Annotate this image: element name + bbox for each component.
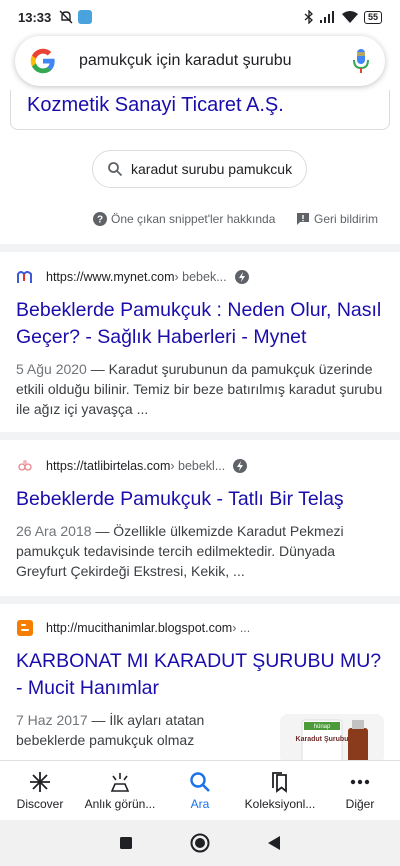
mute-icon: [59, 10, 73, 24]
recents-icon[interactable]: [119, 836, 133, 850]
thumbnail-product: Karadut Şurubu: [296, 736, 349, 743]
signal-icon: [319, 11, 334, 23]
result-breadcrumb: › bebek...: [174, 270, 227, 284]
search-input[interactable]: pamukçuk için karadut şurubu: [79, 52, 351, 70]
search-result: https://tatlibirtelas.com › bebekl... Be…: [0, 456, 400, 581]
svg-text:?: ?: [97, 215, 103, 226]
top-card-title[interactable]: Kozmetik Sanayi Ticaret A.Ş.: [27, 94, 284, 117]
back-icon[interactable]: [267, 835, 281, 851]
app-badge-icon: [78, 10, 93, 24]
result-source[interactable]: http://mucithanimlar.blogspot.com › ...: [16, 618, 384, 638]
system-nav-bar: [0, 820, 400, 866]
search-result: https://www.mynet.com › bebek... Bebekle…: [0, 267, 400, 419]
blogger-favicon-icon: [16, 619, 34, 637]
top-card: Kozmetik Sanayi Ticaret A.Ş.: [10, 90, 390, 130]
chip-label: karadut surubu pamukcuk: [131, 161, 293, 177]
amp-icon: [234, 270, 249, 284]
result-url: https://www.mynet.com: [46, 270, 175, 284]
nav-discover[interactable]: Discover: [0, 761, 80, 820]
result-thumbnail[interactable]: hünap Karadut Şurubu: [280, 714, 384, 764]
status-time: 13:33: [18, 9, 52, 25]
status-bar: 13:33 55: [0, 0, 400, 34]
microphone-icon[interactable]: [351, 48, 371, 74]
tatlibirtelas-favicon-icon: [16, 457, 34, 475]
nav-updates[interactable]: Anlık görün...: [80, 761, 160, 820]
snippet-about-row: ? Öne çıkan snippet'ler hakkında Geri bi…: [0, 210, 400, 230]
result-snippet: 5 Ağu 2020 — Karadut şurubunun da pamukç…: [16, 359, 384, 419]
feedback-label: Geri bildirim: [314, 212, 379, 226]
divider: [0, 432, 400, 440]
nav-collections[interactable]: Koleksiyonl...: [240, 761, 320, 820]
feedback-icon: [297, 213, 309, 225]
nav-search[interactable]: Ara: [160, 761, 240, 820]
amp-icon: [233, 459, 248, 473]
result-breadcrumb: › ...: [232, 621, 251, 635]
result-date: 7 Haz 2017: [16, 712, 88, 728]
result-source[interactable]: https://tatlibirtelas.com › bebekl...: [16, 456, 384, 476]
result-title[interactable]: Bebeklerde Pamukçuk : Neden Olur, Nasıl …: [16, 297, 384, 351]
result-source[interactable]: https://www.mynet.com › bebek...: [16, 267, 384, 287]
about-snippets-label: Öne çıkan snippet'ler hakkında: [111, 212, 276, 226]
bluetooth-icon: [304, 10, 313, 24]
updates-icon: [110, 772, 130, 792]
nav-label: Ara: [190, 796, 210, 811]
nav-label: Koleksiyonl...: [244, 796, 316, 811]
divider: [0, 596, 400, 604]
nav-label: Diğer: [345, 796, 375, 811]
wifi-icon: [341, 11, 358, 23]
about-snippets-link[interactable]: ? Öne çıkan snippet'ler hakkında: [93, 212, 275, 226]
mynet-favicon-icon: [16, 268, 34, 286]
related-search-chip[interactable]: karadut surubu pamukcuk: [92, 150, 308, 188]
battery-indicator: 55: [363, 10, 382, 24]
asterisk-icon: [30, 771, 50, 792]
google-logo-icon: [30, 48, 55, 74]
result-date: 5 Ağu 2020: [16, 361, 87, 377]
search-bar[interactable]: pamukçuk için karadut şurubu: [15, 36, 385, 86]
home-icon[interactable]: [190, 833, 210, 853]
result-breadcrumb: › bebekl...: [170, 459, 226, 473]
result-url: http://mucithanimlar.blogspot.com: [46, 621, 233, 635]
result-title[interactable]: Bebeklerde Pamukçuk - Tatlı Bir Telaş: [16, 486, 384, 513]
divider: [0, 244, 400, 252]
search-icon: [190, 771, 210, 792]
result-snippet: 7 Haz 2017 — İlk ayları atatan bebeklerd…: [16, 710, 266, 750]
result-date: 26 Ara 2018: [16, 523, 92, 539]
search-icon: [108, 162, 123, 177]
result-snippet: 26 Ara 2018 — Özellikle ülkemizde Karadu…: [16, 521, 384, 581]
help-icon: ?: [93, 212, 107, 226]
result-title[interactable]: KARBONAT MI KARADUT ŞURUBU MU? - Mucit H…: [16, 648, 384, 702]
nav-more[interactable]: Diğer: [320, 761, 400, 820]
result-url: https://tatlibirtelas.com: [46, 459, 171, 473]
more-icon: [350, 779, 370, 784]
nav-label: Anlık görün...: [84, 796, 156, 811]
bottom-navigation: Discover Anlık görün... Ara Koleksiyonl.…: [0, 760, 400, 820]
nav-label: Discover: [16, 796, 64, 811]
thumbnail-brand: hünap: [314, 724, 331, 730]
collections-icon: [272, 771, 287, 793]
feedback-link[interactable]: Geri bildirim: [296, 212, 378, 226]
